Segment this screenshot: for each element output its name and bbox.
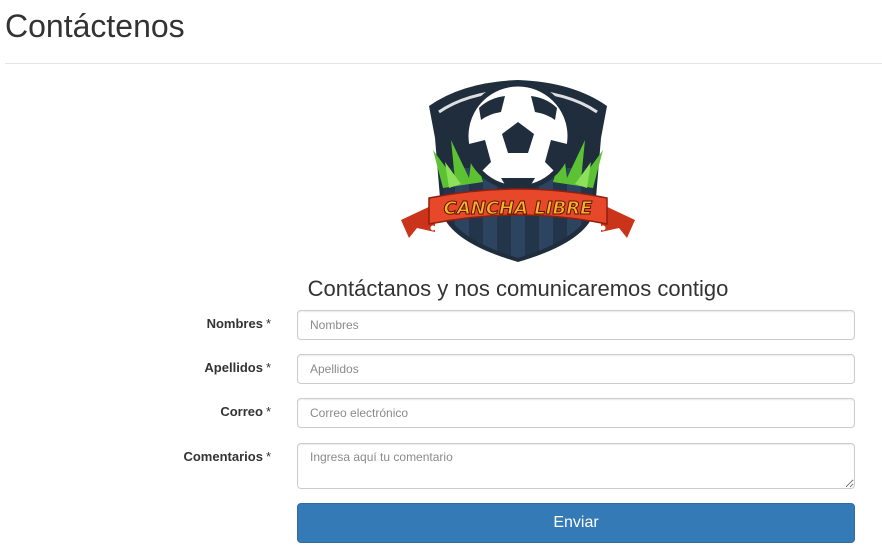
page-title: Contáctenos (5, 8, 185, 44)
apellidos-label: Apellidos * (204, 360, 271, 375)
correo-label: Correo * (220, 404, 271, 419)
comentarios-textarea[interactable] (297, 443, 855, 489)
nombres-input[interactable] (297, 310, 855, 340)
apellidos-input[interactable] (297, 354, 855, 384)
cancha-libre-logo: CANCHA LIBRE (401, 80, 635, 262)
submit-button[interactable]: Enviar (297, 503, 855, 543)
required-marker: * (265, 316, 271, 331)
correo-input[interactable] (297, 398, 855, 428)
soccer-ball-icon (463, 81, 573, 191)
required-marker: * (265, 360, 271, 375)
comentarios-label: Comentarios * (183, 449, 271, 464)
form-heading: Contáctanos y nos comunicaremos contigo (307, 276, 729, 301)
svg-text:CANCHA LIBRE: CANCHA LIBRE (444, 198, 593, 219)
header-divider (5, 63, 882, 64)
required-marker: * (265, 449, 271, 464)
nombres-label: Nombres * (206, 316, 271, 331)
required-marker: * (265, 404, 271, 419)
